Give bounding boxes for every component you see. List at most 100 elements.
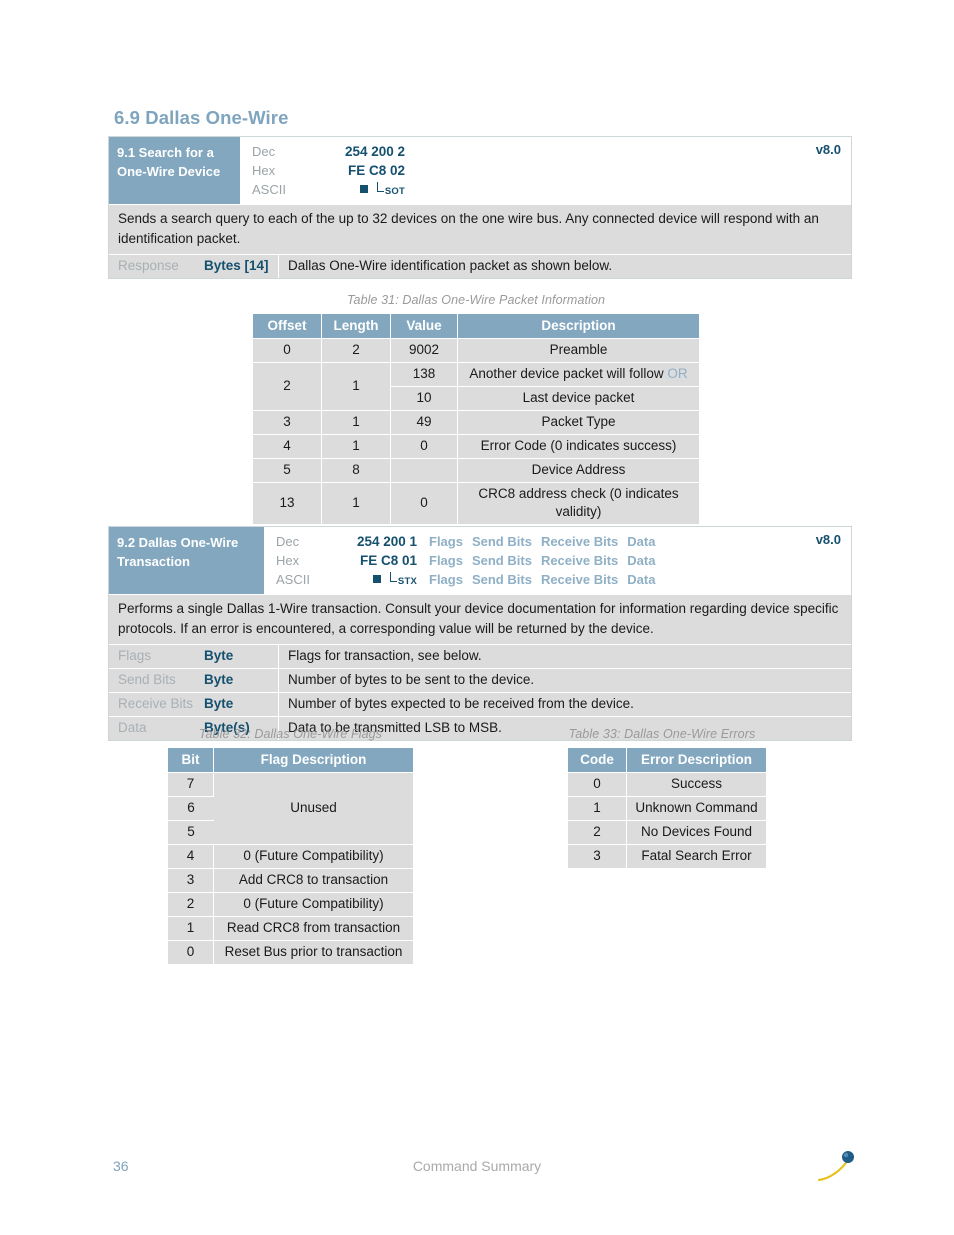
cell-bit: 0 (168, 941, 214, 965)
code-label-hex: Hex (276, 553, 300, 568)
param-chip-send-bits: Send Bits (471, 572, 532, 587)
cell-length: 1 (322, 363, 391, 411)
table-row: 5 8 Device Address (253, 459, 699, 483)
corner-mark-icon (376, 182, 384, 192)
parameter-description: Number of bytes to be sent to the device… (288, 672, 535, 687)
footer-title: Command Summary (412, 1158, 542, 1174)
cell-bit: 5 (168, 821, 214, 845)
parameter-name: Flags (118, 648, 152, 663)
parameter-row: Flags Byte Flags for transaction, see be… (109, 644, 851, 668)
command-title-line1: 9.1 Search for a (117, 145, 214, 160)
code-row-ascii: ASCII STX Flags Send Bits Receive Bits Data (264, 570, 851, 589)
param-chip-receive-bits: Receive Bits (540, 572, 619, 587)
command-header: 9.1 Search for a One-Wire Device v8.0 De… (109, 137, 851, 204)
command-description-9-2: Performs a single Dallas 1-Wire transact… (109, 594, 851, 644)
response-description: Dallas One-Wire identification packet as… (288, 258, 613, 273)
response-label: Response (118, 258, 179, 273)
table-32-wrapper: Table 32: Dallas One-Wire Flags Bit Flag… (168, 727, 413, 965)
cell-offset: 4 (253, 435, 322, 459)
command-title-9-2: 9.2 Dallas One-Wire Transaction (109, 527, 264, 594)
cell-description: Error Code (0 indicates success) (458, 435, 699, 459)
table-row: 2 No Devices Found (568, 821, 766, 845)
table-row: 3 Fatal Search Error (568, 845, 766, 869)
control-char-label: STX (397, 576, 417, 587)
cell-bit: 1 (168, 917, 214, 941)
table-row: 3 1 49 Packet Type (253, 411, 699, 435)
table-row: 0 Reset Bus prior to transaction (168, 941, 413, 965)
table-row: 4 0 (Future Compatibility) (168, 845, 413, 869)
cell-flag-description: 0 (Future Compatibility) (214, 893, 413, 917)
corner-mark-icon (389, 572, 397, 582)
param-chip-flags: Flags (429, 553, 463, 568)
parameter-type: Byte (204, 693, 279, 716)
document-page: 6.9 Dallas One-Wire 9.1 Search for a One… (0, 0, 954, 1235)
table-31-caption: Table 31: Dallas One-Wire Packet Informa… (346, 293, 606, 307)
table-32-caption: Table 32: Dallas One-Wire Flags (198, 727, 383, 741)
code-row-hex: Hex FE C8 02 (240, 161, 851, 180)
command-description-9-1: Sends a search query to each of the up t… (109, 204, 851, 254)
cell-value: 138 (391, 363, 458, 387)
cell-value: 0 (391, 483, 458, 525)
code-params-dec: Flags Send Bits Receive Bits Data (419, 532, 655, 551)
control-char-label: SOT (384, 186, 405, 197)
code-label-dec: Dec (252, 144, 276, 159)
table-31-th-description: Description (458, 314, 699, 339)
table-row: 0 Success (568, 773, 766, 797)
cell-offset: 5 (253, 459, 322, 483)
cell-length: 1 (322, 483, 391, 525)
code-row-dec: Dec 254 200 1 Flags Send Bits Receive Bits… (264, 532, 851, 551)
cell-description: Preamble (458, 339, 699, 363)
cell-length: 1 (322, 435, 391, 459)
cell-offset: 0 (253, 339, 322, 363)
table-31: Offset Length Value Description 0 2 9002… (253, 314, 699, 525)
page-footer: 36 Command Summary (0, 1151, 954, 1188)
code-value-dec: 254 200 2 (344, 144, 405, 159)
command-title-line1: 9.2 Dallas One-Wire (117, 535, 239, 550)
parameter-type: Byte (204, 669, 279, 692)
cell-flag-description: Unused (214, 773, 413, 845)
section-heading: 6.9 Dallas One-Wire (114, 107, 289, 128)
param-chip-data: Data (627, 553, 656, 568)
cell-value: 49 (391, 411, 458, 435)
cell-error-description: Success (627, 773, 766, 797)
param-chip-flags: Flags (429, 534, 463, 549)
or-conjunction: OR (667, 366, 688, 381)
parameter-description: Number of bytes expected to be received … (288, 696, 634, 711)
cell-error-description: No Devices Found (627, 821, 766, 845)
version-badge-9-1: v8.0 (815, 142, 841, 157)
code-value-hex: FE C8 02 (347, 163, 405, 178)
table-33-header-row: Code Error Description (568, 748, 766, 773)
table-33: Code Error Description 0 Success 1 Unkno… (568, 748, 766, 869)
cell-offset: 3 (253, 411, 322, 435)
code-value-ascii: STX (319, 570, 419, 591)
table-row: 2 1 138 Another device packet will follo… (253, 363, 699, 411)
cell-flag-description: Add CRC8 to transaction (214, 869, 413, 893)
code-label-hex: Hex (252, 163, 276, 178)
table-31-header-row: Offset Length Value Description (253, 314, 699, 339)
control-char-icon: SOT (376, 182, 405, 201)
code-label-dec: Dec (276, 534, 300, 549)
table-row: 3 Add CRC8 to transaction (168, 869, 413, 893)
filled-square-icon (359, 185, 368, 193)
cell-flag-description: 0 (Future Compatibility) (214, 845, 413, 869)
param-chip-receive-bits: Receive Bits (540, 534, 619, 549)
cell-code: 1 (568, 797, 627, 821)
table-row: 1 Read CRC8 from transaction (168, 917, 413, 941)
cell-error-description: Unknown Command (627, 797, 766, 821)
table-row: 4 1 0 Error Code (0 indicates success) (253, 435, 699, 459)
table-row: 2 0 (Future Compatibility) (168, 893, 413, 917)
code-value-ascii: SOT (295, 180, 407, 201)
table-32: Bit Flag Description 7 Unused 6 5 4 0 (F… (168, 748, 413, 965)
code-params-ascii: Flags Send Bits Receive Bits Data (419, 570, 655, 589)
command-header: 9.2 Dallas One-Wire Transaction v8.0 Dec… (109, 527, 851, 594)
cell-description: Another device packet will follow OR (458, 363, 699, 387)
cell-value: 0 (391, 435, 458, 459)
table-31-th-length: Length (322, 314, 391, 339)
table-32-header-row: Bit Flag Description (168, 748, 413, 773)
code-value-hex: FE C8 01 (359, 553, 417, 568)
code-row-ascii: ASCII SOT (240, 180, 851, 199)
param-chip-send-bits: Send Bits (471, 553, 532, 568)
cell-code: 2 (568, 821, 627, 845)
param-chip-data: Data (627, 534, 656, 549)
cell-flag-description: Read CRC8 from transaction (214, 917, 413, 941)
